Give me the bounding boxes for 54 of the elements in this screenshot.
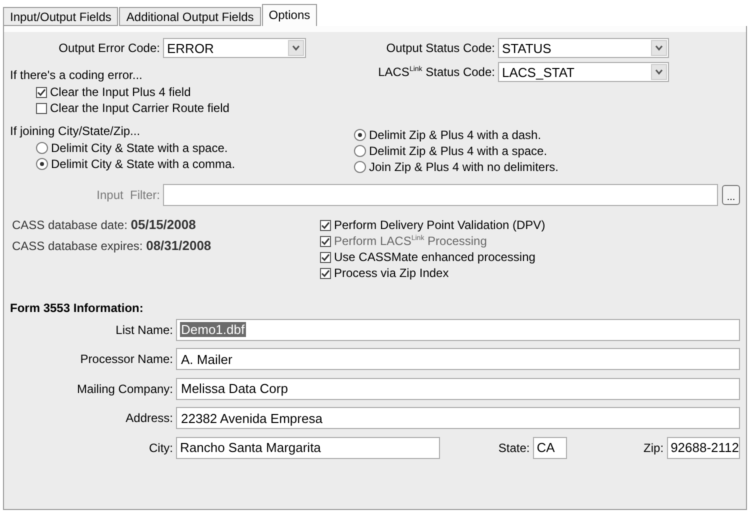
radio-label: Join Zip & Plus 4 with no delimiters. <box>369 160 558 174</box>
radio-label: Delimit Zip & Plus 4 with a space. <box>369 144 548 158</box>
dropdown[interactable]: LACS_STAT <box>498 62 669 82</box>
tab[interactable]: Options <box>262 4 318 26</box>
chevron-down-icon <box>655 45 663 51</box>
checkbox[interactable] <box>320 268 331 278</box>
field-label: Output Status Code: <box>385 41 496 55</box>
radio-button[interactable] <box>36 158 48 170</box>
database-info: CASS database expires: 08/31/2008 <box>12 238 212 253</box>
field-label: Mailing Company: <box>76 382 174 396</box>
checkbox-label: Process via Zip Index <box>334 266 449 280</box>
field-label: Processor Name: <box>79 352 174 366</box>
input-field[interactable]: A. Mailer <box>176 348 740 370</box>
checkbox-label: Perform Delivery Point Validation (DPV) <box>334 218 546 232</box>
chevron-down-icon <box>292 45 300 51</box>
checkbox[interactable] <box>320 220 331 230</box>
input-field[interactable]: CA <box>532 436 567 459</box>
dropdown[interactable]: ERROR <box>163 38 306 58</box>
radio-button[interactable] <box>354 145 366 157</box>
radio-label: Delimit Zip & Plus 4 with a dash. <box>369 128 542 142</box>
radio-button[interactable] <box>354 129 366 141</box>
tab[interactable]: Input/Output Fields <box>3 7 118 26</box>
radio-button[interactable] <box>36 142 48 154</box>
field-label: Input Filter: <box>96 188 161 202</box>
checkbox-label: Clear the Input Carrier Route field <box>50 101 230 115</box>
section-heading: If joining City/State/Zip... <box>10 123 142 140</box>
checkbox[interactable] <box>36 86 47 98</box>
field-label: Address: <box>124 411 174 426</box>
field-label: List Name: <box>114 322 174 337</box>
radio-label: Delimit City & State with a comma. <box>51 157 236 171</box>
radio-button[interactable] <box>354 161 366 173</box>
field-label: Output Error Code: <box>58 41 161 55</box>
checkbox[interactable] <box>320 252 331 262</box>
dropdown[interactable]: STATUS <box>498 38 669 58</box>
radio-label: Delimit City & State with a space. <box>51 141 228 155</box>
input-field[interactable]: 92688-2112 <box>666 436 740 459</box>
checkbox[interactable] <box>36 102 47 114</box>
chevron-down-icon <box>655 69 663 75</box>
field-label: City: <box>148 440 174 455</box>
database-info: CASS database date: 05/15/2008 <box>12 217 197 232</box>
tab[interactable]: Additional Output Fields <box>119 7 261 26</box>
input-field[interactable] <box>163 184 718 206</box>
field-label: State: <box>497 440 531 455</box>
input-field[interactable]: 22382 Avenida Empresa <box>176 407 740 430</box>
section-heading: If there's a coding error... <box>10 67 144 84</box>
input-field[interactable]: Demo1.dbf <box>176 318 740 341</box>
input-field[interactable]: Rancho Santa Margarita <box>176 436 440 459</box>
field-label: LACS$^{Link}$ Status Code: <box>377 65 496 79</box>
section-heading: Form 3553 Information: <box>10 301 144 315</box>
input-field[interactable]: Melissa Data Corp <box>176 378 740 400</box>
checkbox-label: Use CASSMate enhanced processing <box>334 250 536 264</box>
field-label: Zip: <box>642 440 665 455</box>
checkbox-label: Perform LACS$^{Link}$ Processing <box>334 234 487 248</box>
checkbox-label: Clear the Input Plus 4 field <box>50 85 191 99</box>
